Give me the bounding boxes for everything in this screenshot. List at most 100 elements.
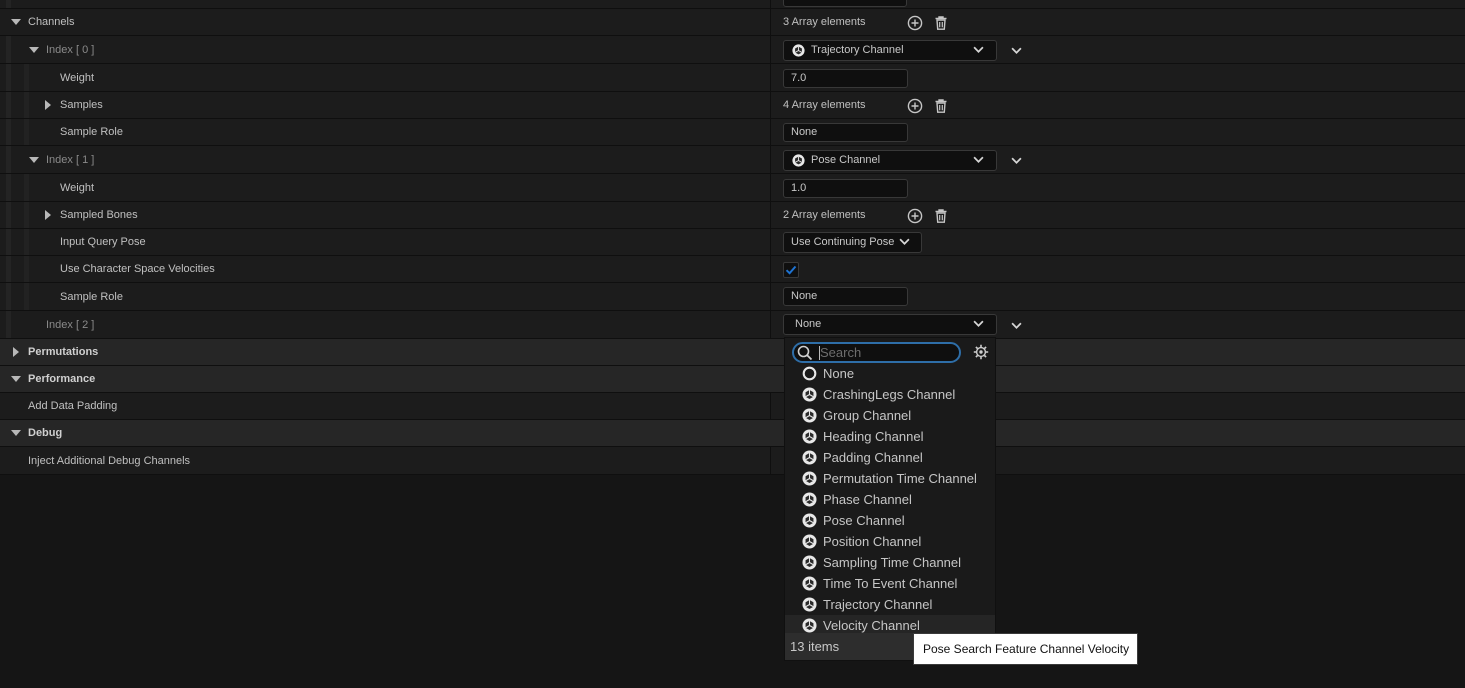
dropdown-item-label: Time To Event Channel <box>823 576 958 591</box>
search-input[interactable]: Search <box>792 342 961 363</box>
dropdown-item-label: Trajectory Channel <box>823 597 933 612</box>
dropdown-item-label: Phase Channel <box>823 492 912 507</box>
channel-icon <box>802 450 817 465</box>
dropdown-item[interactable]: Heading Channel <box>785 426 995 447</box>
dropdown-item-label: Padding Channel <box>823 450 923 465</box>
sample-role-input-0[interactable]: None <box>783 123 908 142</box>
delete-elements-icon[interactable] <box>933 98 949 114</box>
row-weight-0: Weight 7.0 <box>0 64 1465 92</box>
expand-arrow-icon[interactable] <box>29 47 39 53</box>
expand-arrow-icon[interactable] <box>13 347 19 357</box>
row-index-1: Index [ 1 ] Pose Channel <box>0 146 1465 174</box>
chevron-down-icon[interactable] <box>1011 322 1022 329</box>
expand-arrow-icon[interactable] <box>11 19 21 25</box>
dropdown-item[interactable]: Phase Channel <box>785 489 995 510</box>
section-performance[interactable]: Performance <box>0 366 1465 393</box>
channels-label: Channels <box>28 16 75 28</box>
bones-count: 2 Array elements <box>783 209 866 221</box>
channel-icon <box>802 429 817 444</box>
dropdown-item[interactable]: None <box>785 363 995 384</box>
dropdown-item[interactable]: Group Channel <box>785 405 995 426</box>
channel-icon <box>802 387 817 402</box>
channel-icon <box>802 471 817 486</box>
dropdown-item-label: Pose Channel <box>823 513 905 528</box>
sample-role-label: Sample Role <box>60 291 123 303</box>
delete-elements-icon[interactable] <box>933 208 949 224</box>
weight-label: Weight <box>60 72 95 84</box>
combo-text: Trajectory Channel <box>811 44 904 56</box>
delete-elements-icon[interactable] <box>933 15 949 31</box>
channel-picker-dropdown: Search None CrashingLegs Channel Group Cha… <box>784 337 996 661</box>
dropdown-item-label: Permutation Time Channel <box>823 471 977 486</box>
dropdown-item[interactable]: Pose Channel <box>785 510 995 531</box>
input-query-pose-combo[interactable]: Use Continuing Pose <box>783 232 922 253</box>
channel-icon <box>802 555 817 570</box>
section-permutations[interactable]: Permutations <box>0 339 1465 366</box>
add-element-icon[interactable] <box>907 98 923 114</box>
channels-count: 3 Array elements <box>783 16 866 28</box>
channel-type-combo-0[interactable]: Trajectory Channel <box>783 40 997 61</box>
input-query-pose-label: Input Query Pose <box>60 236 146 248</box>
chevron-down-icon <box>973 156 984 163</box>
weight-input-0[interactable]: 7.0 <box>783 69 908 88</box>
weight-label: Weight <box>60 182 95 194</box>
row-samples: Samples 4 Array elements <box>0 92 1465 119</box>
gear-icon[interactable] <box>973 344 989 360</box>
sample-role-label: Sample Role <box>60 126 123 138</box>
dropdown-item-label: Sampling Time Channel <box>823 555 962 570</box>
partial-field[interactable] <box>783 0 907 7</box>
dropdown-item[interactable]: Sampling Time Channel <box>785 552 995 573</box>
dropdown-item-label: Position Channel <box>823 534 922 549</box>
add-element-icon[interactable] <box>907 15 923 31</box>
weight-input-1[interactable]: 1.0 <box>783 179 908 198</box>
use-velocities-label: Use Character Space Velocities <box>60 263 215 275</box>
item-count: 13 items <box>790 639 840 654</box>
row-inject-debug: Inject Additional Debug Channels <box>0 447 1465 475</box>
dropdown-item[interactable]: Position Channel <box>785 531 995 552</box>
chevron-down-icon[interactable] <box>1011 47 1022 54</box>
use-velocities-checkbox[interactable] <box>783 262 799 278</box>
expand-arrow-icon[interactable] <box>29 157 39 163</box>
index-2-label: Index [ 2 ] <box>46 319 95 331</box>
chevron-down-icon[interactable] <box>1011 157 1022 164</box>
expand-arrow-icon[interactable] <box>45 100 51 110</box>
performance-label: Performance <box>28 373 96 385</box>
channel-icon <box>792 44 805 57</box>
row-channels: Channels 3 Array elements <box>0 9 1465 36</box>
chevron-down-icon <box>973 46 984 53</box>
row-sample-role-0: Sample Role None <box>0 119 1465 146</box>
details-panel: Channels 3 Array elements Index [ 0 ] Tr… <box>0 0 1465 476</box>
dropdown-item[interactable]: CrashingLegs Channel <box>785 384 995 405</box>
expand-arrow-icon[interactable] <box>11 376 21 382</box>
row-index-0: Index [ 0 ] Trajectory Channel <box>0 36 1465 64</box>
dropdown-item[interactable]: Trajectory Channel <box>785 594 995 615</box>
combo-text: None <box>795 318 822 330</box>
section-debug[interactable]: Debug <box>0 420 1465 447</box>
dropdown-item[interactable]: Time To Event Channel <box>785 573 995 594</box>
channel-icon <box>802 408 817 423</box>
none-circle-icon <box>802 366 817 381</box>
channel-type-combo-2[interactable]: None <box>783 314 997 335</box>
add-element-icon[interactable] <box>907 208 923 224</box>
channel-type-combo-1[interactable]: Pose Channel <box>783 150 997 171</box>
add-data-padding-label: Add Data Padding <box>28 400 118 412</box>
combo-text: Use Continuing Pose <box>791 236 895 248</box>
channel-icon <box>802 513 817 528</box>
dropdown-item[interactable]: Permutation Time Channel <box>785 468 995 489</box>
sample-role-input-1[interactable]: None <box>783 287 908 306</box>
dropdown-item-label: Heading Channel <box>823 429 924 444</box>
channel-icon <box>802 597 817 612</box>
panel-left-edge <box>0 476 6 688</box>
channel-icon <box>802 618 817 633</box>
row-sampled-bones: Sampled Bones 2 Array elements <box>0 202 1465 229</box>
dropdown-item[interactable]: Padding Channel <box>785 447 995 468</box>
tooltip: Pose Search Feature Channel Velocity <box>913 633 1138 665</box>
expand-arrow-icon[interactable] <box>45 210 51 220</box>
expand-arrow-icon[interactable] <box>11 430 21 436</box>
channel-icon <box>802 492 817 507</box>
checkmark-icon <box>785 265 797 275</box>
channel-icon <box>792 154 805 167</box>
row-weight-1: Weight 1.0 <box>0 174 1465 202</box>
inject-debug-label: Inject Additional Debug Channels <box>28 455 191 467</box>
debug-label: Debug <box>28 427 63 439</box>
